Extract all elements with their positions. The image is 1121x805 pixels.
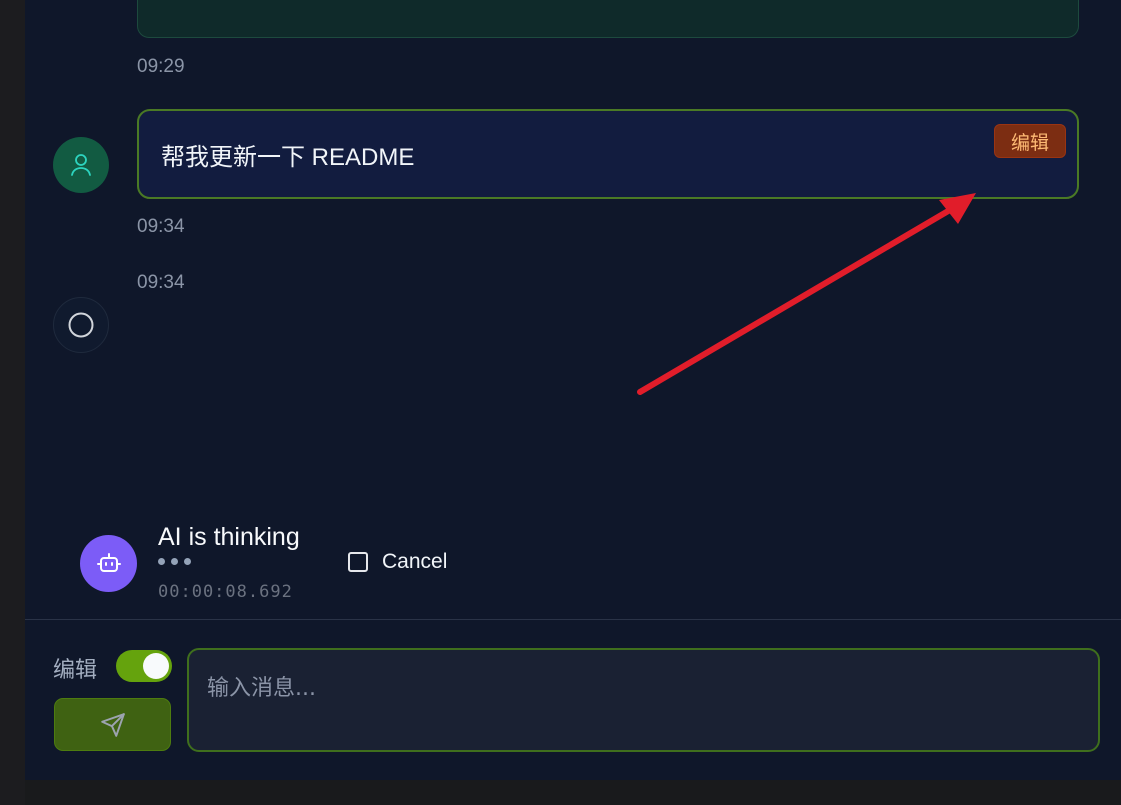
message-time: 09:34 (137, 216, 185, 237)
user-message-bubble: 帮我更新一下 README 编辑 (137, 109, 1079, 199)
ai-avatar (53, 297, 109, 353)
user-message-text: 帮我更新一下 README (161, 144, 415, 171)
message-time: 09:34 (137, 272, 185, 293)
message-time: 09:29 (137, 56, 185, 77)
bot-avatar (80, 535, 137, 592)
thinking-title: AI is thinking (158, 523, 300, 551)
send-button[interactable] (54, 698, 171, 751)
previous-message-bubble (137, 0, 1079, 38)
left-rail (0, 0, 25, 805)
user-icon (71, 154, 91, 176)
send-icon (100, 712, 125, 737)
stop-icon (348, 552, 368, 572)
user-avatar (53, 137, 109, 193)
thinking-dots (158, 558, 191, 565)
bottom-strip (25, 780, 1121, 805)
elapsed-timer: 00:00:08.692 (158, 582, 293, 602)
chat-panel: 09:29 帮我更新一下 README 编辑 09:34 09:34 AI is… (25, 0, 1121, 780)
circle-icon (68, 312, 94, 338)
thinking-indicator: AI is thinking 00:00:08.692 Cancel (80, 520, 560, 610)
toggle-knob (143, 653, 169, 679)
edit-mode-label: 编辑 (53, 658, 98, 683)
cancel-button[interactable]: Cancel (348, 550, 447, 574)
edit-mode-toggle[interactable] (116, 650, 172, 682)
message-input-box[interactable] (187, 648, 1100, 752)
message-input[interactable] (189, 650, 1098, 750)
cancel-label: Cancel (382, 550, 448, 573)
edit-message-button[interactable]: 编辑 (994, 124, 1066, 158)
bot-icon (96, 552, 121, 572)
composer-divider (25, 619, 1121, 620)
